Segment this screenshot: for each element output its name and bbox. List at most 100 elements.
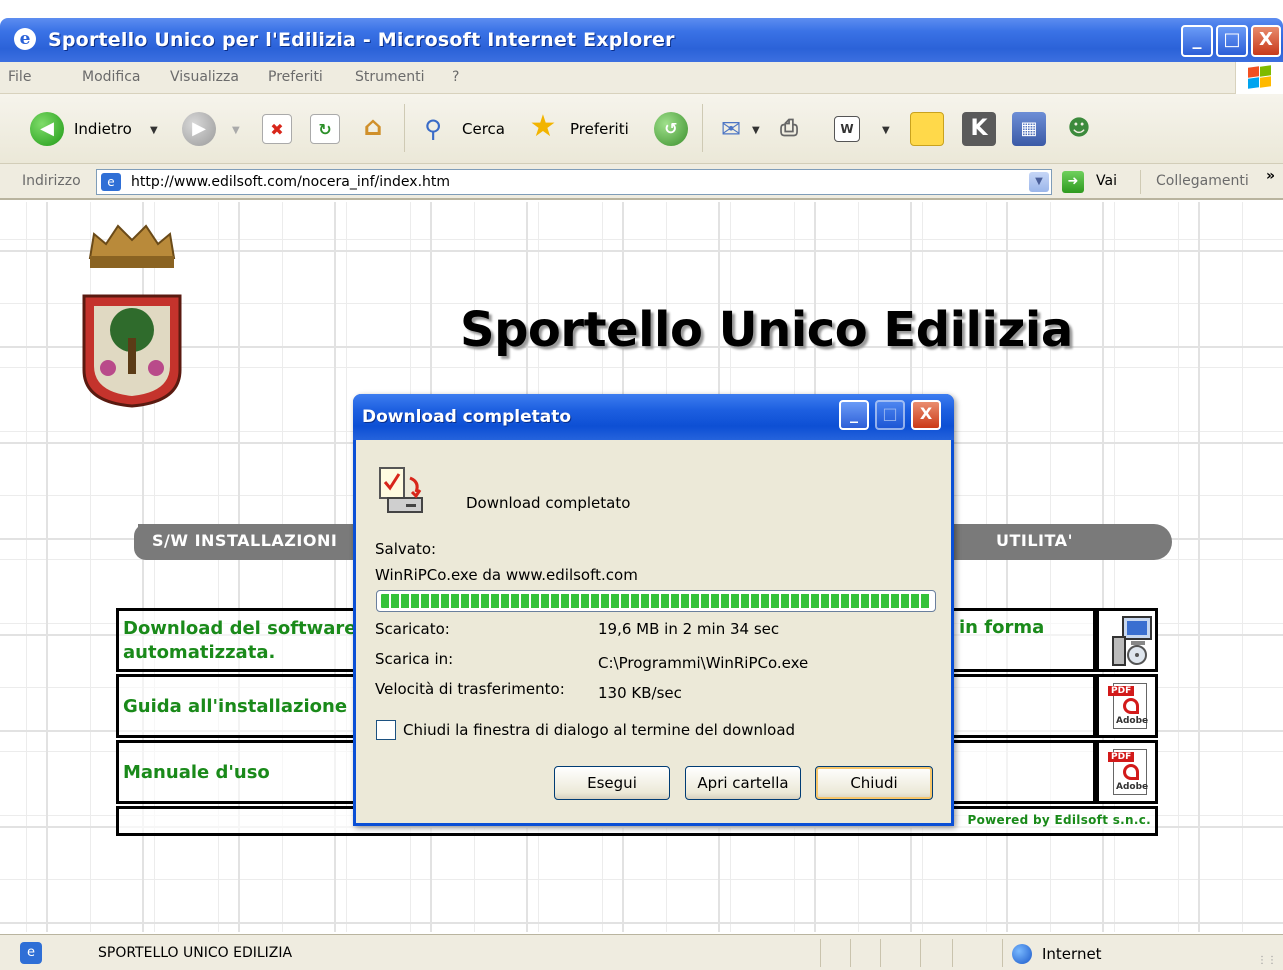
ie-logo-icon: e xyxy=(14,28,36,50)
back-dropdown-icon[interactable]: ▼ xyxy=(150,125,158,136)
download-complete-dialog: Download completato _ □ X Download compl… xyxy=(353,394,954,826)
forward-arrow-icon[interactable]: ▶ xyxy=(182,112,216,146)
status-divider xyxy=(1002,939,1003,967)
dialog-headline: Download completato xyxy=(466,494,631,512)
pdf-tag: PDF xyxy=(1108,752,1135,762)
menu-visualizza[interactable]: Visualizza xyxy=(170,69,239,85)
address-url[interactable]: http://www.edilsoft.com/nocera_inf/index… xyxy=(131,174,450,190)
row-right-text[interactable]: in forma xyxy=(959,617,1044,638)
adobe-label: Adobe xyxy=(1116,716,1149,726)
menu-modifica[interactable]: Modifica xyxy=(82,69,141,85)
page-heading: Sportello Unico Edilizia xyxy=(460,302,1073,358)
open-folder-button[interactable]: Apri cartella xyxy=(685,766,801,800)
toolbar-divider xyxy=(404,104,405,152)
menu-help[interactable]: ? xyxy=(452,69,459,85)
close-window-button[interactable]: X xyxy=(1251,25,1281,57)
run-button[interactable]: Esegui xyxy=(554,766,670,800)
dialog-titlebar[interactable]: Download completato _ □ X xyxy=(353,394,954,440)
dialog-title: Download completato xyxy=(362,407,572,427)
window-titlebar[interactable]: e Sportello Unico per l'Edilizia - Micro… xyxy=(0,18,1283,62)
toolbar: ◀ Indietro ▼ ▶ ▼ ✖ ↻ ⌂ ⚲ Cerca ★ Preferi… xyxy=(0,94,1283,164)
dialog-close-button[interactable]: X xyxy=(911,400,941,430)
links-chevron-icon[interactable]: » xyxy=(1266,168,1275,184)
research-icon[interactable]: ▦ xyxy=(1012,112,1046,146)
pdf-download-cell[interactable]: PDF Adobe xyxy=(1096,740,1158,804)
section-utilita[interactable]: UTILITA' xyxy=(996,531,1073,550)
menu-file[interactable]: File xyxy=(8,69,31,85)
forward-dropdown-icon[interactable]: ▼ xyxy=(232,125,240,136)
saved-label: Salvato: xyxy=(375,540,437,558)
close-on-complete-checkbox[interactable] xyxy=(376,720,396,740)
close-on-complete-label[interactable]: Chiudi la finestra di dialogo al termine… xyxy=(403,721,795,739)
word-edit-icon[interactable]: W xyxy=(834,116,860,142)
row-title[interactable]: Download del software xyxy=(123,617,357,641)
windows-flag-icon xyxy=(1235,62,1283,94)
target-value: C:\Programmi\WinRiPCo.exe xyxy=(598,654,809,672)
back-arrow-icon[interactable]: ◀ xyxy=(30,112,64,146)
powered-by-link[interactable]: Powered by Edilsoft s.n.c. xyxy=(968,813,1152,827)
go-arrow-icon[interactable]: ➜ xyxy=(1062,171,1084,193)
pdf-tag: PDF xyxy=(1108,686,1135,696)
status-divider xyxy=(880,939,881,967)
favorites-label[interactable]: Preferiti xyxy=(570,120,629,138)
dialog-minimize-button[interactable]: _ xyxy=(839,400,869,430)
messenger-icon[interactable]: ☻ xyxy=(1060,112,1098,146)
security-zone: Internet xyxy=(1042,945,1102,963)
favorites-star-icon[interactable]: ★ xyxy=(528,112,558,142)
desktop-strip xyxy=(0,0,1283,18)
refresh-icon[interactable]: ↻ xyxy=(310,114,340,144)
k-app-icon[interactable]: K xyxy=(962,112,996,146)
history-icon[interactable]: ↺ xyxy=(654,112,688,146)
minimize-button[interactable]: _ xyxy=(1181,25,1213,57)
pdf-download-cell[interactable]: PDF Adobe xyxy=(1096,674,1158,738)
address-dropdown-icon[interactable]: ▼ xyxy=(1029,172,1049,192)
progress-fill xyxy=(381,594,931,608)
edit-dropdown-icon[interactable]: ▼ xyxy=(882,125,890,136)
adobe-label: Adobe xyxy=(1116,782,1149,792)
download-complete-icon xyxy=(379,467,423,513)
address-bar: Indirizzo e http://www.edilsoft.com/noce… xyxy=(0,164,1283,200)
links-label[interactable]: Collegamenti xyxy=(1156,173,1249,189)
address-label: Indirizzo xyxy=(22,173,81,189)
downloaded-label: Scaricato: xyxy=(375,620,450,638)
status-page-icon: e xyxy=(20,942,42,964)
close-button[interactable]: Chiudi xyxy=(815,766,933,800)
speed-value: 130 KB/sec xyxy=(598,684,682,702)
status-divider xyxy=(920,939,921,967)
pdf-icon: PDF Adobe xyxy=(1108,683,1149,729)
status-text: SPORTELLO UNICO EDILIZIA xyxy=(98,945,293,961)
pdf-icon: PDF Adobe xyxy=(1108,749,1149,795)
computer-install-icon[interactable] xyxy=(1096,608,1158,672)
menu-bar: File Modifica Visualizza Preferiti Strum… xyxy=(0,62,1283,94)
status-divider xyxy=(952,939,953,967)
section-installazioni[interactable]: S/W INSTALLAZIONI xyxy=(152,531,337,550)
toolbar-divider xyxy=(702,104,703,152)
notes-icon[interactable] xyxy=(910,112,944,146)
search-label[interactable]: Cerca xyxy=(462,120,505,138)
saved-value: WinRiPCo.exe da www.edilsoft.com xyxy=(375,566,638,584)
menu-preferiti[interactable]: Preferiti xyxy=(268,69,323,85)
go-button[interactable]: Vai xyxy=(1096,173,1117,189)
mail-icon[interactable]: ✉ xyxy=(716,114,746,144)
address-input[interactable]: e http://www.edilsoft.com/nocera_inf/ind… xyxy=(96,169,1052,195)
municipal-crest-icon xyxy=(82,224,182,408)
row-title[interactable]: Manuale d'uso xyxy=(123,761,270,785)
home-icon[interactable]: ⌂ xyxy=(358,112,388,142)
menu-strumenti[interactable]: Strumenti xyxy=(355,69,425,85)
maximize-button[interactable]: □ xyxy=(1216,25,1248,57)
internet-globe-icon xyxy=(1012,944,1032,964)
resize-grip-icon[interactable]: ⋮⋮ xyxy=(1257,955,1277,966)
status-divider xyxy=(850,939,851,967)
dialog-maximize-button: □ xyxy=(875,400,905,430)
acrobat-swirl-icon xyxy=(1123,698,1139,714)
print-icon[interactable]: ⎙ xyxy=(774,114,804,144)
mail-dropdown-icon[interactable]: ▼ xyxy=(752,125,760,136)
status-divider xyxy=(820,939,821,967)
row-title[interactable]: Guida all'installazione e xyxy=(123,695,366,719)
row-subtitle[interactable]: automatizzata. xyxy=(123,641,275,665)
search-icon[interactable]: ⚲ xyxy=(418,114,448,144)
back-label[interactable]: Indietro xyxy=(74,120,132,138)
address-divider xyxy=(1140,170,1141,194)
speed-label: Velocità di trasferimento: xyxy=(375,680,565,698)
stop-icon[interactable]: ✖ xyxy=(262,114,292,144)
